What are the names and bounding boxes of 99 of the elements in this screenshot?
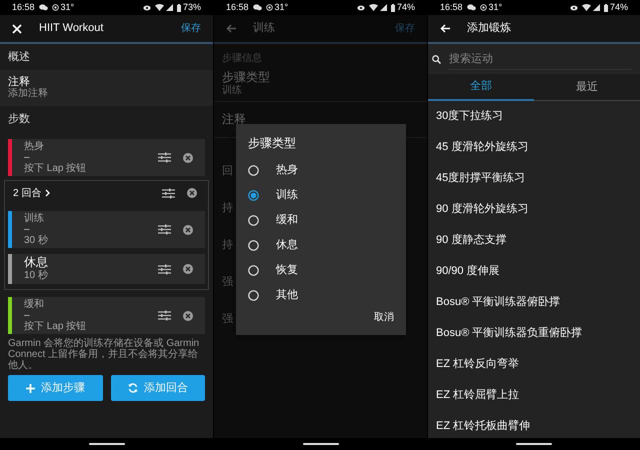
section-header: 步数: [8, 112, 30, 127]
screen-title: 训练: [253, 21, 275, 36]
option-label[interactable]: 休息: [276, 237, 298, 254]
status-time: 16:58: [440, 0, 463, 14]
signal-icon: [592, 4, 600, 11]
field-label: 回: [222, 164, 233, 178]
exercise-item[interactable]: 30度下拉练习: [428, 101, 640, 132]
temperature: 31°: [60, 0, 74, 14]
exercise-item[interactable]: 90 度静态支撑: [428, 225, 640, 256]
step-card[interactable]: 缓和 – 按下 Lap 按钮: [8, 297, 205, 334]
option-label[interactable]: 恢复: [276, 262, 298, 279]
save-button[interactable]: 保存: [181, 21, 201, 36]
wifi-icon: [368, 4, 378, 11]
step-type: 休息: [24, 256, 48, 269]
step-target: –: [24, 224, 31, 235]
field-label: 持: [222, 201, 233, 215]
battery-icon: [390, 4, 395, 12]
exercise-item[interactable]: 45 度滑轮外旋练习: [428, 132, 640, 163]
exercise-item[interactable]: Bosu® 平衡训练器俯卧撑: [428, 287, 640, 318]
step-duration: 按下 Lap 按钮: [24, 163, 86, 174]
field-label: 注释: [222, 113, 247, 126]
temperature: 31°: [274, 0, 288, 14]
step-duration: 按下 Lap 按钮: [24, 321, 86, 332]
section-header: 概述: [8, 50, 30, 65]
signal-icon: [166, 4, 173, 11]
exercise-item[interactable]: Bosu® 平衡训练器负重俯卧撑: [428, 318, 640, 349]
eye-icon: [142, 4, 151, 10]
wifi-icon: [154, 4, 164, 11]
battery-percent: 74%: [610, 0, 628, 14]
field-label: 强: [222, 312, 233, 326]
step-duration: 30 秒: [24, 235, 48, 246]
step-type: 热身: [24, 141, 45, 152]
remove-icon[interactable]: [187, 188, 197, 198]
target-icon: [480, 4, 487, 11]
chat-icon: [466, 4, 476, 11]
eye-icon: [356, 4, 365, 10]
search-icon: [432, 54, 441, 64]
exercise-item[interactable]: 45度肘撑平衡练习: [428, 163, 640, 194]
sliders-icon[interactable]: [158, 310, 171, 321]
exercise-item[interactable]: EZ 杠铃托板曲臂伸: [428, 411, 640, 442]
sliders-icon[interactable]: [158, 152, 171, 163]
remove-icon[interactable]: [183, 264, 193, 274]
status-time: 16:58: [226, 0, 249, 14]
repeat-label[interactable]: 2 回合: [13, 186, 42, 200]
step-target: –: [24, 310, 30, 321]
dialog-title: 步骤类型: [248, 135, 297, 152]
battery-percent: 74%: [396, 0, 415, 14]
step-type: 缓和: [24, 299, 45, 310]
chat-icon: [252, 4, 262, 11]
eye-icon: [570, 4, 578, 10]
footnote: Garmin 会将您的训练存储在设备或 Garmin Connect 上留作备用，并且不会将其分享给他人。: [7, 338, 200, 371]
screen-title: HIIT Workout: [39, 21, 104, 36]
temperature: 31°: [488, 0, 502, 14]
target-icon: [52, 4, 59, 11]
signal-icon: [380, 4, 387, 11]
field-value: 训练: [222, 84, 243, 96]
exercise-item[interactable]: 90/90 度伸展: [428, 256, 640, 287]
option-label[interactable]: 热身: [276, 162, 298, 179]
sliders-icon[interactable]: [158, 224, 171, 235]
target-icon: [266, 4, 273, 11]
radio-button[interactable]: [248, 190, 259, 201]
step-card[interactable]: 休息 10 秒: [8, 254, 205, 284]
exercise-item[interactable]: EZ 杠铃屈臂上拉: [428, 380, 640, 411]
battery-percent: 73%: [182, 0, 201, 14]
note-row[interactable]: 注释 添加注释: [0, 70, 213, 106]
tab[interactable]: 最近: [534, 74, 640, 101]
close-icon[interactable]: [12, 24, 22, 34]
wifi-icon: [582, 4, 591, 11]
step-target: –: [24, 152, 30, 163]
battery-icon: [604, 4, 608, 12]
repeat-icon: [128, 383, 138, 393]
step-card[interactable]: 训练 – 30 秒: [8, 211, 205, 248]
option-label[interactable]: 缓和: [276, 212, 298, 229]
remove-icon[interactable]: [183, 310, 193, 320]
chevron-right-icon[interactable]: [45, 189, 50, 197]
chat-icon: [38, 4, 48, 11]
battery-icon: [176, 4, 181, 12]
search-field[interactable]: 搜索运动: [449, 48, 632, 70]
step-duration: 10 秒: [24, 269, 48, 282]
field-label: 强: [222, 275, 233, 289]
sliders-icon[interactable]: [158, 264, 171, 274]
exercise-item[interactable]: 90 度滑轮外旋练习: [428, 194, 640, 225]
tab[interactable]: 全部: [428, 74, 534, 101]
note-label: 注释: [8, 76, 30, 88]
field-label: 持: [222, 238, 233, 252]
exercise-item[interactable]: EZ 杠铃反向弯举: [428, 349, 640, 380]
plus-icon: [26, 384, 35, 392]
step-card[interactable]: 热身 – 按下 Lap 按钮: [8, 139, 205, 176]
remove-icon[interactable]: [183, 224, 193, 234]
status-time: 16:58: [12, 0, 35, 14]
step-type: 训练: [24, 213, 45, 224]
cancel-button[interactable]: 取消: [374, 310, 394, 325]
option-label[interactable]: 其他: [276, 287, 298, 304]
field-label: 步骤类型: [222, 70, 271, 84]
option-label[interactable]: 训练: [276, 187, 298, 204]
screen-title: 添加锻炼: [467, 21, 511, 36]
note-placeholder: 添加注释: [8, 88, 49, 100]
remove-icon[interactable]: [183, 152, 193, 162]
sliders-icon[interactable]: [162, 188, 175, 198]
